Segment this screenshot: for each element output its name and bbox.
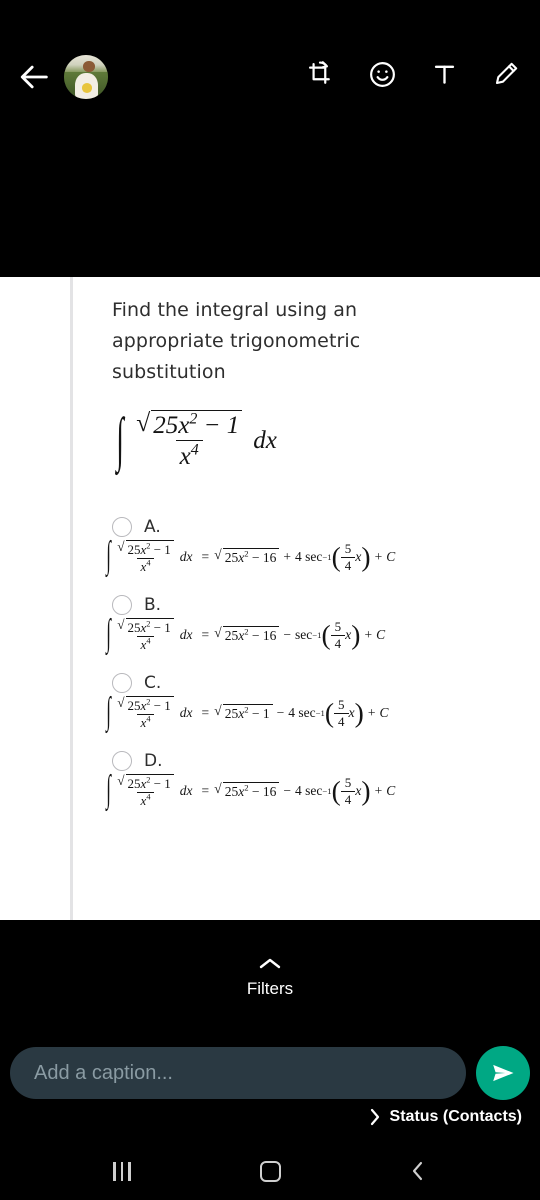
filters-label: Filters bbox=[246, 978, 294, 998]
caption-input[interactable]: Add a caption... bbox=[10, 1047, 466, 1099]
home-icon bbox=[259, 1160, 281, 1182]
nav-recents-button[interactable] bbox=[102, 1156, 142, 1186]
integrand-radicand: 25x2 − 1 bbox=[151, 410, 243, 440]
answer-option-b[interactable]: B. ∫ √ 25x2 − 1 x4 dx = √ 25x2 − 16 − sec −1 … bbox=[106, 595, 534, 655]
avatar[interactable] bbox=[64, 55, 108, 99]
integral-symbol: ∫ bbox=[116, 406, 124, 473]
integral-fraction: √ 25x2 − 1 x4 bbox=[132, 410, 246, 471]
send-icon bbox=[493, 1064, 514, 1082]
send-button[interactable] bbox=[476, 1046, 530, 1100]
caption-bar: Add a caption... bbox=[0, 1042, 540, 1104]
nav-back-button[interactable] bbox=[398, 1156, 438, 1186]
main-integral-expression: ∫ √ 25x2 − 1 x4 dx bbox=[116, 407, 534, 473]
back-chevron-icon bbox=[412, 1161, 423, 1181]
android-navigation-bar bbox=[0, 1142, 540, 1200]
option-c-equation: ∫ √ 25x2 − 1 x4 dx = √ 25x2 − 1 −4 sec −1 (5… bbox=[106, 691, 389, 733]
radio-button-a[interactable] bbox=[112, 517, 132, 537]
status-destination[interactable]: Status (Contacts) bbox=[0, 1108, 540, 1126]
option-b-equation: ∫ √ 25x2 − 1 x4 dx = √ 25x2 − 16 − sec −1 (5 4… bbox=[106, 613, 386, 655]
option-letter-b: B. bbox=[144, 595, 162, 615]
chevron-up-icon[interactable] bbox=[257, 957, 283, 971]
filters-drawer-handle[interactable]: Filters bbox=[0, 920, 540, 1035]
recents-icon bbox=[113, 1161, 131, 1181]
answer-option-a[interactable]: A. ∫ √ 25x2 − 1 x4 dx = √ 25x2 − 16 +4 sec −… bbox=[106, 517, 534, 577]
differential-dx: dx bbox=[253, 426, 277, 454]
option-letter-d: D. bbox=[144, 751, 163, 771]
chevron-right-icon bbox=[369, 1108, 381, 1126]
editor-toolbar bbox=[0, 0, 540, 150]
radio-button-b[interactable] bbox=[112, 595, 132, 615]
shared-image-preview[interactable]: Find the integral using an appropriate t… bbox=[0, 277, 540, 920]
page-margin-rule bbox=[70, 277, 73, 920]
answer-option-c[interactable]: C. ∫ √ 25x2 − 1 x4 dx = √ 25x2 − 1 −4 sec −1… bbox=[106, 673, 534, 733]
draw-pen-icon[interactable] bbox=[490, 58, 522, 90]
sticker-emoji-icon[interactable] bbox=[366, 58, 398, 90]
toolbar-left-group bbox=[18, 55, 108, 99]
option-d-equation: ∫ √ 25x2 − 1 x4 dx = √ 25x2 − 16 −4 sec −1 (… bbox=[106, 769, 396, 811]
integrand-denominator: x4 bbox=[175, 440, 203, 471]
crop-rotate-icon[interactable] bbox=[304, 58, 336, 90]
radio-button-d[interactable] bbox=[112, 751, 132, 771]
caption-placeholder: Add a caption... bbox=[34, 1061, 173, 1084]
radio-button-c[interactable] bbox=[112, 673, 132, 693]
question-text: Find the integral using an appropriate t… bbox=[112, 299, 361, 383]
nav-home-button[interactable] bbox=[250, 1156, 290, 1186]
option-letter-c: C. bbox=[144, 673, 162, 693]
arrow-left-icon[interactable] bbox=[18, 60, 52, 94]
status-label: Status (Contacts) bbox=[389, 1108, 522, 1125]
answer-options-list: A. ∫ √ 25x2 − 1 x4 dx = √ 25x2 − 16 +4 sec −… bbox=[106, 517, 534, 811]
toolbar-tools-group bbox=[304, 58, 522, 90]
option-a-equation: ∫ √ 25x2 − 1 x4 dx = √ 25x2 − 16 +4 sec −1 (… bbox=[106, 535, 396, 577]
option-letter-a: A. bbox=[144, 517, 161, 537]
text-tool-icon[interactable] bbox=[428, 58, 460, 90]
answer-option-d[interactable]: D. ∫ √ 25x2 − 1 x4 dx = √ 25x2 − 16 −4 sec −… bbox=[106, 751, 534, 811]
